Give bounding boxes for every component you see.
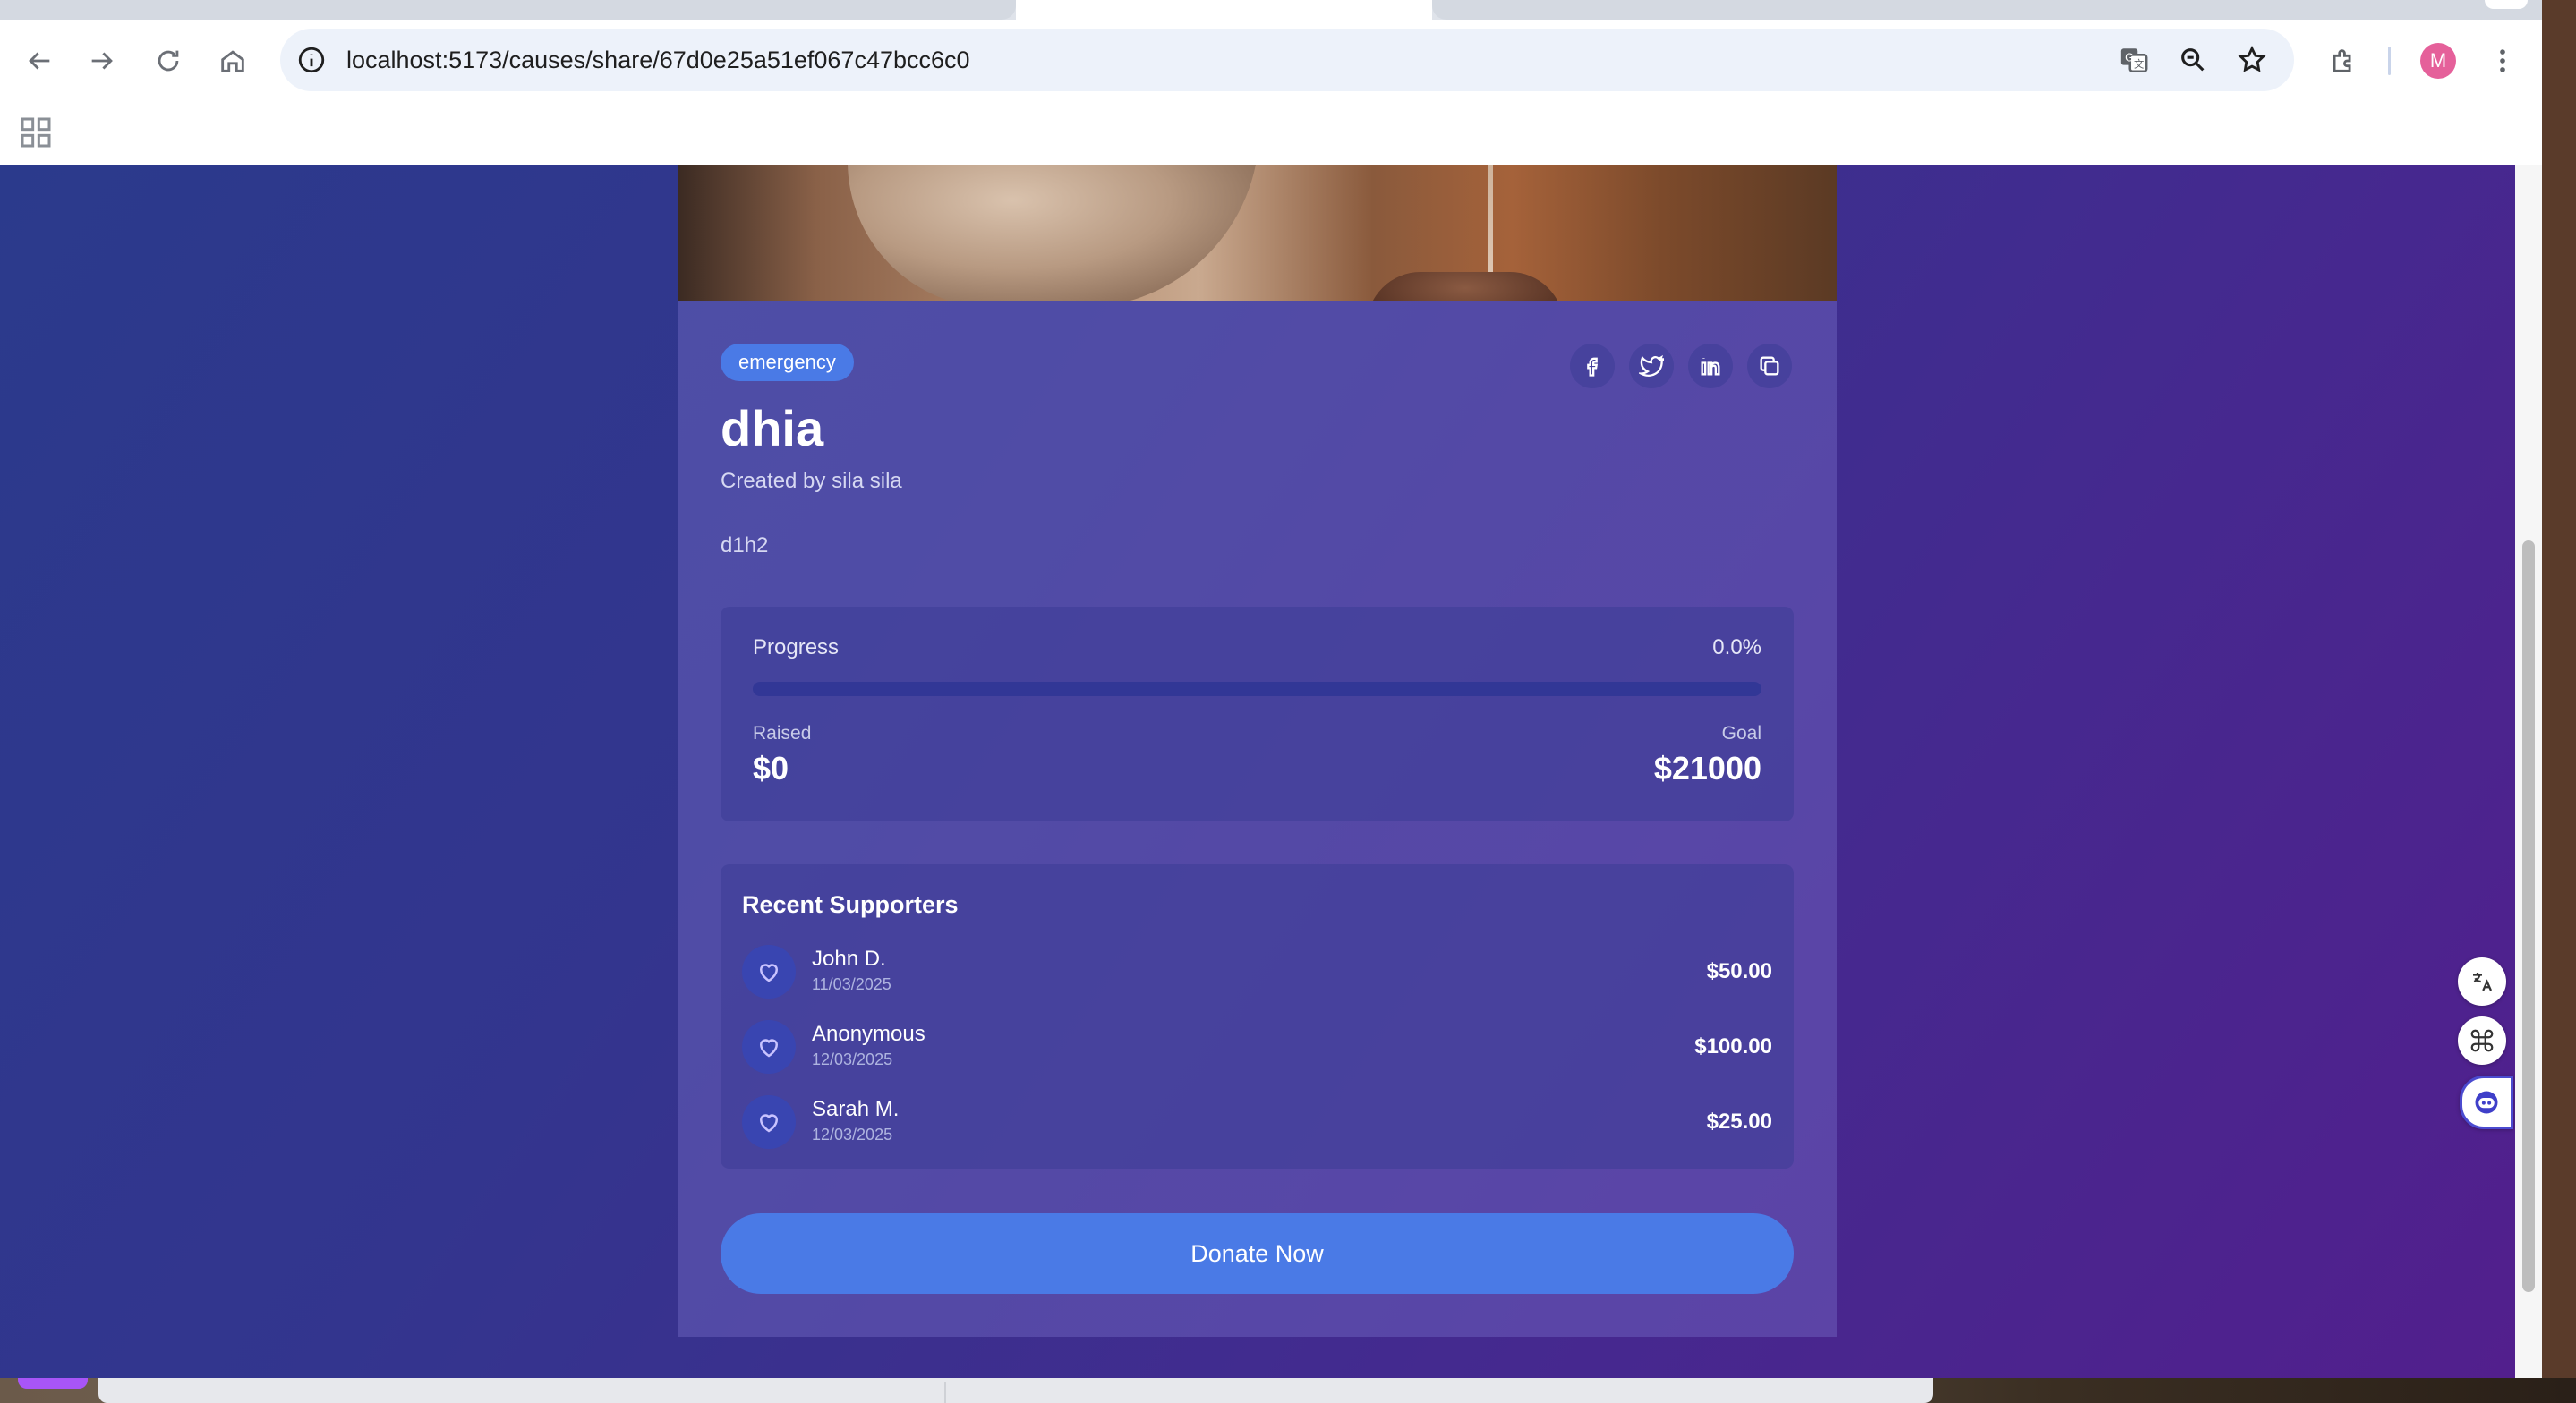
translate-page-button[interactable]: G文 xyxy=(2117,43,2151,77)
supporter-date: 11/03/2025 xyxy=(812,975,891,993)
progress-bar xyxy=(753,682,1761,696)
donate-now-button[interactable]: Donate Now xyxy=(721,1213,1794,1294)
dock-indicator xyxy=(18,1378,88,1389)
supporter-amount: $50.00 xyxy=(1706,959,1772,983)
bookmark-star-button[interactable] xyxy=(2235,43,2269,77)
supporter-row: Sarah M. 12/03/2025 $25.00 xyxy=(742,1095,1772,1149)
kebab-menu-icon xyxy=(2500,49,2505,72)
share-twitter-button[interactable] xyxy=(1629,344,1674,388)
back-button[interactable] xyxy=(20,41,59,81)
assistant-tool-button[interactable] xyxy=(2460,1076,2513,1129)
floating-side-tools xyxy=(2458,957,2513,1297)
tab-active[interactable] xyxy=(1016,0,1432,20)
tab-strip xyxy=(0,0,2542,20)
goal-value: $21000 xyxy=(1653,750,1761,787)
site-info-icon[interactable] xyxy=(296,45,327,75)
command-icon xyxy=(2470,1029,2494,1052)
heart-icon xyxy=(742,1095,796,1149)
goal-label: Goal xyxy=(1721,723,1761,744)
progress-percent: 0.0% xyxy=(1712,635,1761,659)
share-linkedin-button[interactable] xyxy=(1688,344,1733,388)
category-badge: emergency xyxy=(721,344,854,381)
home-icon xyxy=(221,50,244,72)
tab-previous[interactable] xyxy=(0,0,1016,20)
heart-icon xyxy=(742,945,796,999)
tab-next[interactable] xyxy=(1432,0,2542,20)
cause-card: emergency dhia Created by sila sila d1h2 xyxy=(678,165,1837,1337)
bookmarks-bar xyxy=(0,102,2542,166)
puzzle-icon xyxy=(2333,49,2351,72)
browser-toolbar: localhost:5173/causes/share/67d0e25a51ef… xyxy=(0,20,2542,102)
twitter-icon xyxy=(1639,354,1664,377)
supporter-name: John D. xyxy=(812,947,886,971)
toolbar-separator xyxy=(2388,47,2391,75)
supporter-date: 12/03/2025 xyxy=(812,1126,893,1144)
supporter-date: 12/03/2025 xyxy=(812,1050,893,1068)
arrow-right-icon xyxy=(91,52,113,70)
background-window-separator xyxy=(944,1382,946,1403)
supporters-heading: Recent Supporters xyxy=(742,891,959,918)
cause-title: dhia xyxy=(721,400,824,456)
supporter-row: John D. 11/03/2025 $50.00 xyxy=(742,945,1772,999)
reload-button[interactable] xyxy=(149,41,188,81)
raised-label: Raised xyxy=(753,723,812,744)
background-window-edge xyxy=(98,1378,1933,1403)
url-text[interactable]: localhost:5173/causes/share/67d0e25a51ef… xyxy=(346,45,970,75)
forward-button[interactable] xyxy=(82,41,122,81)
copy-icon xyxy=(1760,356,1779,376)
arrow-left-icon xyxy=(29,52,50,70)
svg-text:G: G xyxy=(2125,50,2134,64)
assistant-icon xyxy=(2475,1091,2498,1114)
apps-grid-icon[interactable] xyxy=(18,115,54,150)
supporter-amount: $25.00 xyxy=(1706,1110,1772,1134)
recent-supporters-panel: Recent Supporters John D. 11/03/2025 $50… xyxy=(721,864,1794,1169)
supporter-name: Sarah M. xyxy=(812,1097,900,1121)
reload-icon xyxy=(158,50,179,72)
share-facebook-button[interactable] xyxy=(1570,344,1615,388)
desktop-background xyxy=(0,1378,2576,1403)
copy-link-button[interactable] xyxy=(1747,344,1792,388)
command-tool-button[interactable] xyxy=(2458,1016,2506,1065)
zoom-icon xyxy=(2181,48,2205,72)
share-buttons xyxy=(1570,344,1803,388)
scrollbar-thumb[interactable] xyxy=(2522,540,2535,1292)
cause-description: d1h2 xyxy=(721,533,769,557)
star-icon xyxy=(2238,45,2266,72)
heart-icon xyxy=(742,1020,796,1074)
progress-label: Progress xyxy=(753,635,840,659)
supporter-amount: $100.00 xyxy=(1694,1034,1772,1059)
home-button[interactable] xyxy=(213,41,252,81)
new-tab-button[interactable] xyxy=(2485,0,2528,9)
profile-avatar[interactable]: M xyxy=(2420,43,2456,79)
hero-image-water xyxy=(1488,165,1493,290)
extensions-button[interactable] xyxy=(2324,41,2363,81)
linkedin-icon xyxy=(1701,358,1720,376)
supporter-row: Anonymous 12/03/2025 $100.00 xyxy=(742,1020,1772,1074)
page-scrollbar[interactable] xyxy=(2515,165,2542,1378)
browser-window: localhost:5173/causes/share/67d0e25a51ef… xyxy=(0,0,2542,1378)
progress-panel: Progress 0.0% Raised $0 Goal $21000 xyxy=(721,607,1794,821)
hero-image-hand xyxy=(1367,272,1564,301)
translate-icon xyxy=(2473,973,2493,991)
browser-menu-button[interactable] xyxy=(2483,41,2522,81)
zoom-button[interactable] xyxy=(2176,43,2210,77)
facebook-icon xyxy=(1587,357,1599,377)
translate-tool-button[interactable] xyxy=(2458,957,2506,1006)
google-translate-icon: G文 xyxy=(2120,48,2148,73)
cause-hero-image xyxy=(678,165,1837,301)
svg-text:文: 文 xyxy=(2134,58,2144,71)
cause-creator: Created by sila sila xyxy=(721,469,902,493)
raised-value: $0 xyxy=(753,750,789,787)
supporter-name: Anonymous xyxy=(812,1022,925,1046)
hero-image-figure xyxy=(848,165,1259,301)
address-bar[interactable]: localhost:5173/causes/share/67d0e25a51ef… xyxy=(280,29,2294,91)
page-viewport: emergency dhia Created by sila sila d1h2 xyxy=(0,165,2515,1378)
